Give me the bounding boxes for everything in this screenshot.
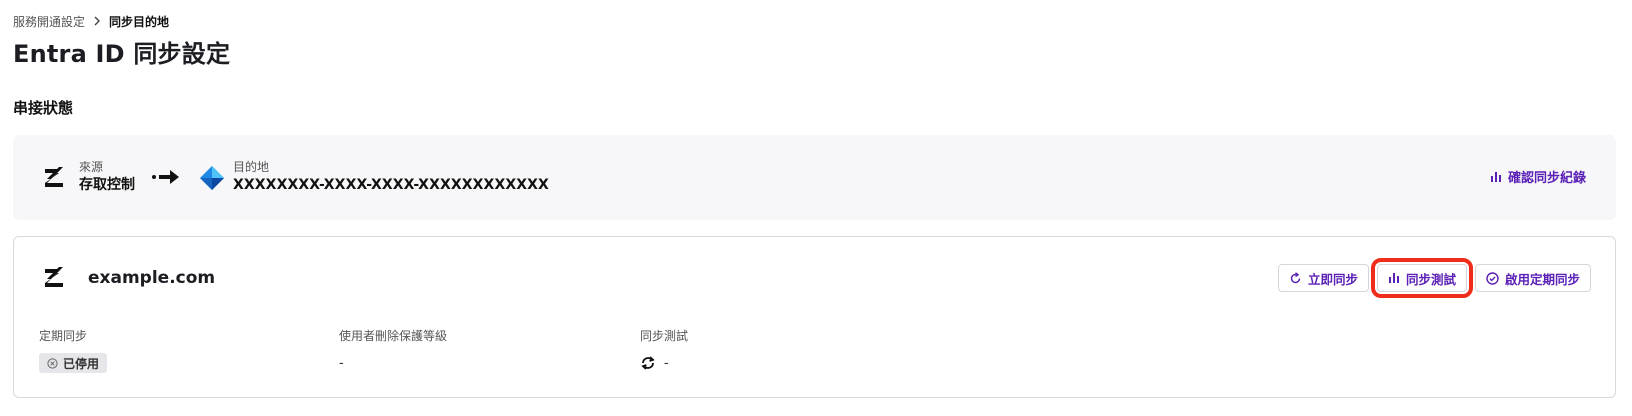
app-logo-icon bbox=[45, 267, 63, 287]
status-badge-label: 已停用 bbox=[63, 356, 100, 371]
bar-chart-icon bbox=[1388, 273, 1399, 283]
breadcrumb: 服務開通設定 同步目的地 bbox=[13, 13, 169, 30]
field-label: 定期同步 bbox=[39, 329, 88, 343]
status-badge: 已停用 bbox=[39, 353, 108, 373]
sync-now-label: 立即同步 bbox=[1307, 271, 1358, 287]
sync-now-button[interactable]: 立即同步 bbox=[1277, 264, 1369, 292]
field-value: - bbox=[339, 355, 344, 371]
destination-value: XXXXXXXX-XXXX-XXXX-XXXXXXXXXXXX bbox=[233, 177, 549, 193]
sync-test-button[interactable]: 同步測試 bbox=[1370, 258, 1473, 298]
check-circle-icon bbox=[1486, 271, 1499, 285]
source-value: 存取控制 bbox=[79, 177, 135, 193]
chevron-right-icon bbox=[93, 15, 101, 29]
deletion-protection-field: 使用者刪除保護等級 - bbox=[339, 327, 447, 373]
field-label: 同步測試 bbox=[640, 329, 689, 343]
connection-status-panel: 來源 存取控制 目的地 XXXXXXXX-XXXX-XXXX-XXXXXXXXX… bbox=[13, 135, 1616, 220]
page-title: Entra ID 同步設定 bbox=[13, 40, 231, 68]
enable-scheduled-sync-button[interactable]: 啟用定期同步 bbox=[1474, 264, 1591, 292]
breadcrumb-parent[interactable]: 服務開通設定 bbox=[13, 13, 85, 30]
sync-test-field: 同步測試 - bbox=[640, 327, 688, 373]
enable-scheduled-sync-label: 啟用定期同步 bbox=[1504, 271, 1580, 287]
sync-test-label: 同步測試 bbox=[1405, 271, 1456, 287]
app-logo-icon bbox=[45, 166, 63, 187]
sync-icon bbox=[641, 356, 655, 370]
destination-caption: 目的地 bbox=[233, 160, 270, 174]
domain-card: example.com 立即同步 同步測試 啟用定期同步 定期同步 已停用 使用… bbox=[13, 236, 1616, 398]
refresh-icon bbox=[1290, 271, 1301, 283]
arrow-right-icon bbox=[152, 170, 179, 184]
source-node: 來源 存取控制 bbox=[41, 160, 135, 195]
field-value: - bbox=[664, 355, 669, 371]
close-circle-icon bbox=[47, 357, 58, 369]
section-title: 串接狀態 bbox=[13, 99, 74, 117]
entra-id-logo-icon bbox=[200, 165, 224, 190]
domain-actions: 立即同步 同步測試 啟用定期同步 bbox=[1270, 258, 1591, 298]
destination-node: 目的地 XXXXXXXX-XXXX-XXXX-XXXXXXXXXXXX bbox=[199, 160, 549, 195]
view-sync-log-label: 確認同步紀錄 bbox=[1507, 171, 1586, 186]
scheduled-sync-field: 定期同步 已停用 bbox=[39, 327, 108, 373]
domain-name: example.com bbox=[88, 268, 216, 288]
breadcrumb-current: 同步目的地 bbox=[109, 15, 170, 29]
source-caption: 來源 bbox=[79, 160, 104, 174]
bar-chart-icon bbox=[1490, 171, 1501, 182]
field-label: 使用者刪除保護等級 bbox=[339, 329, 448, 343]
view-sync-log-button[interactable]: 確認同步紀錄 bbox=[1490, 167, 1586, 186]
